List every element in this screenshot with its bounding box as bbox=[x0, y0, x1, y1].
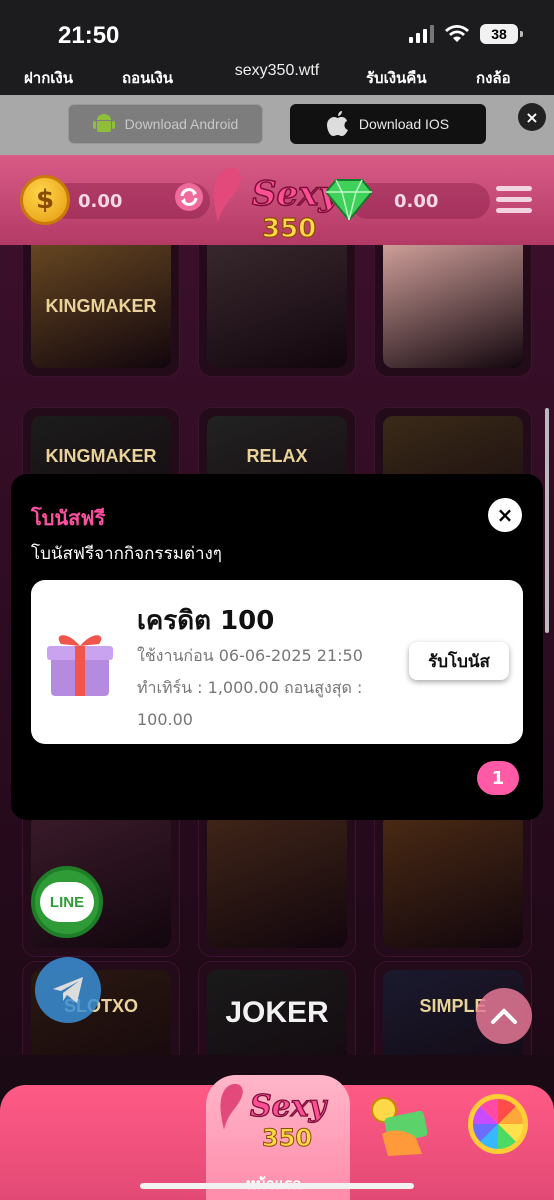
diamond-icon bbox=[326, 179, 372, 220]
game-tile[interactable] bbox=[374, 245, 532, 377]
status-bar: 21:50 38 sexy350.wtf bbox=[0, 0, 554, 95]
nav-logo-number: 350 bbox=[262, 1124, 312, 1152]
modal-subtitle: โบนัสฟรีจากกิจกรรมต่างๆ bbox=[31, 544, 222, 564]
bonus-page-badge[interactable]: 1 bbox=[477, 761, 519, 795]
game-tile[interactable] bbox=[374, 805, 532, 957]
game-thumbnail bbox=[207, 245, 347, 368]
browser-url[interactable]: sexy350.wtf bbox=[0, 62, 554, 80]
credit-balance-value: 0.00 bbox=[78, 190, 123, 212]
game-thumbnail bbox=[207, 814, 347, 948]
game-tile[interactable]: JOKER bbox=[198, 961, 356, 1055]
download-android-button[interactable]: Download Android bbox=[68, 104, 263, 144]
bonus-max-withdraw: 100.00 bbox=[137, 710, 193, 729]
nav-cashback[interactable]: รับเงินคืน bbox=[366, 66, 427, 90]
free-bonus-modal: โบนัสฟรี โบนัสฟรีจากกิจกรรมต่างๆ × เครดิ… bbox=[11, 474, 543, 820]
game-label: KINGMAKER bbox=[45, 446, 157, 466]
download-ios-button[interactable]: Download IOS bbox=[290, 104, 486, 144]
bonus-turnover: ทำเทิร์น : 1,000.00 ถอนสูงสุด : bbox=[137, 678, 363, 697]
close-download-bar-button[interactable]: × bbox=[518, 103, 546, 131]
menu-icon[interactable] bbox=[496, 186, 532, 219]
home-indicator bbox=[140, 1183, 414, 1189]
bonus-card: เครดิต 100 ใช้งานก่อน 06-06-2025 21:50 ท… bbox=[31, 580, 523, 744]
cashback-icon bbox=[371, 1097, 428, 1156]
cellular-signal-icon bbox=[409, 25, 434, 43]
download-ios-label: Download IOS bbox=[358, 116, 450, 132]
status-time: 21:50 bbox=[58, 22, 120, 49]
lucky-wheel-icon bbox=[468, 1094, 528, 1154]
apple-icon bbox=[326, 111, 348, 136]
modal-close-button[interactable]: × bbox=[488, 498, 522, 532]
bonus-expiry: ใช้งานก่อน 06-06-2025 21:50 bbox=[137, 646, 363, 665]
status-icons: 38 bbox=[409, 24, 523, 44]
download-bar: Download Android Download IOS × bbox=[0, 95, 554, 155]
bonus-title: เครดิต 100 bbox=[137, 606, 275, 636]
game-thumbnail bbox=[383, 245, 523, 368]
game-thumbnail bbox=[383, 814, 523, 948]
scroll-indicator[interactable] bbox=[545, 408, 549, 633]
modal-title: โบนัสฟรี bbox=[31, 506, 106, 530]
game-label: RELAX bbox=[246, 446, 308, 466]
nav-deposit[interactable]: ฝากเงิน bbox=[24, 66, 73, 90]
nav-lucky-wheel[interactable]: กงล้อ bbox=[476, 66, 511, 90]
game-tile[interactable] bbox=[198, 805, 356, 957]
scroll-to-top-button[interactable] bbox=[476, 988, 532, 1044]
game-label: KINGMAKER bbox=[45, 296, 157, 316]
coin-icon: $ bbox=[20, 175, 70, 225]
battery-icon: 38 bbox=[480, 24, 523, 44]
diamond-balance-value: 0.00 bbox=[394, 190, 439, 212]
game-tile[interactable] bbox=[198, 245, 356, 377]
android-icon bbox=[92, 114, 115, 132]
nav-logo-text: Sexy bbox=[250, 1089, 329, 1124]
claim-bonus-button[interactable]: รับโบนัส bbox=[409, 642, 509, 680]
nav-withdraw[interactable]: ถอนเงิน bbox=[122, 66, 173, 90]
line-contact-button[interactable]: LINE bbox=[31, 866, 103, 938]
download-android-label: Download Android bbox=[124, 116, 239, 132]
nav-home-logo[interactable]: Sexy 350 bbox=[210, 1078, 350, 1158]
game-label: JOKER bbox=[225, 996, 329, 1029]
telegram-button[interactable] bbox=[35, 957, 101, 1023]
game-tile[interactable]: KINGMAKER bbox=[22, 245, 180, 377]
logo-number: 350 bbox=[262, 214, 316, 243]
gift-icon bbox=[47, 635, 113, 696]
wifi-icon bbox=[445, 25, 469, 42]
telegram-icon bbox=[53, 977, 83, 1003]
line-icon: LINE bbox=[40, 882, 94, 922]
chevron-up-icon bbox=[491, 1008, 517, 1024]
